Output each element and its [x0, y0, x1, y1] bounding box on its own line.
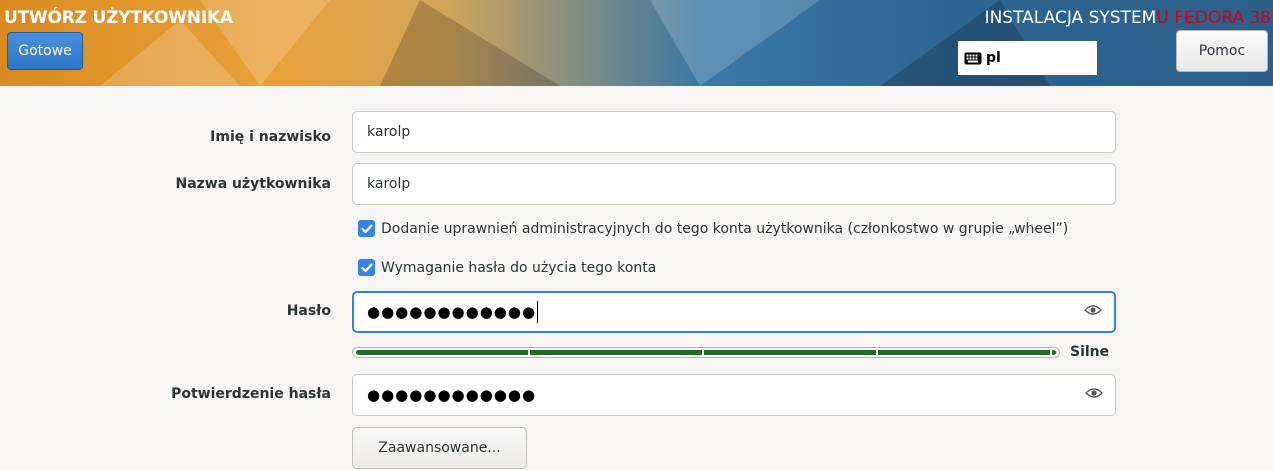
confirm-password-label: Potwierdzenie hasła	[171, 386, 331, 402]
keyboard-layout-label: pl	[986, 50, 1001, 66]
username-label: Nazwa użytkownika	[175, 176, 331, 192]
username-value: karolp	[367, 176, 411, 192]
require-password-checkbox[interactable]	[358, 259, 375, 276]
confirm-password-mask: ●●●●●●●●●●●●	[367, 386, 537, 404]
admin-checkbox[interactable]	[358, 220, 375, 237]
done-button[interactable]: Gotowe	[7, 32, 83, 70]
keyboard-icon	[964, 52, 982, 65]
password-input[interactable]: ●●●●●●●●●●●●	[352, 291, 1116, 333]
help-button[interactable]: Pomoc	[1176, 30, 1268, 72]
password-strength-text: Silne	[1070, 344, 1110, 360]
product-title: INSTALACJA SYSTEMU FEDORA 38	[985, 8, 1271, 28]
text-caret	[537, 301, 539, 323]
page-title: UTWÓRZ UŻYTKOWNIKA	[4, 8, 233, 28]
require-password-label: Wymaganie hasła do użycia tego konta	[381, 259, 657, 276]
password-strength-bar	[352, 347, 1060, 358]
admin-checkbox-label: Dodanie uprawnień administracyjnych do t…	[381, 220, 1069, 237]
fullname-value: karolp	[367, 124, 411, 140]
eye-icon[interactable]	[1084, 304, 1102, 320]
confirm-password-input[interactable]: ●●●●●●●●●●●●	[352, 374, 1116, 416]
fullname-label: Imię i nazwisko	[210, 129, 331, 145]
header-bar: UTWÓRZ UŻYTKOWNIKA Gotowe INSTALACJA SYS…	[0, 0, 1273, 86]
product-title-suffix: U FEDORA 38	[1156, 8, 1271, 28]
check-icon	[360, 262, 373, 272]
keyboard-layout-indicator[interactable]: pl	[958, 41, 1097, 75]
require-password-checkbox-row[interactable]: Wymaganie hasła do użycia tego konta	[358, 259, 656, 276]
username-input[interactable]: karolp	[352, 163, 1116, 205]
product-title-prefix: INSTALACJA SYSTEM	[984, 8, 1157, 28]
admin-checkbox-row[interactable]: Dodanie uprawnień administracyjnych do t…	[358, 220, 1068, 237]
advanced-button[interactable]: Zaawansowane...	[352, 427, 527, 469]
password-strength-fill	[356, 350, 1056, 355]
password-label: Hasło	[286, 303, 331, 319]
password-mask: ●●●●●●●●●●●●	[367, 303, 537, 321]
check-icon	[360, 223, 373, 233]
eye-icon[interactable]	[1085, 387, 1103, 403]
fullname-input[interactable]: karolp	[352, 111, 1116, 153]
